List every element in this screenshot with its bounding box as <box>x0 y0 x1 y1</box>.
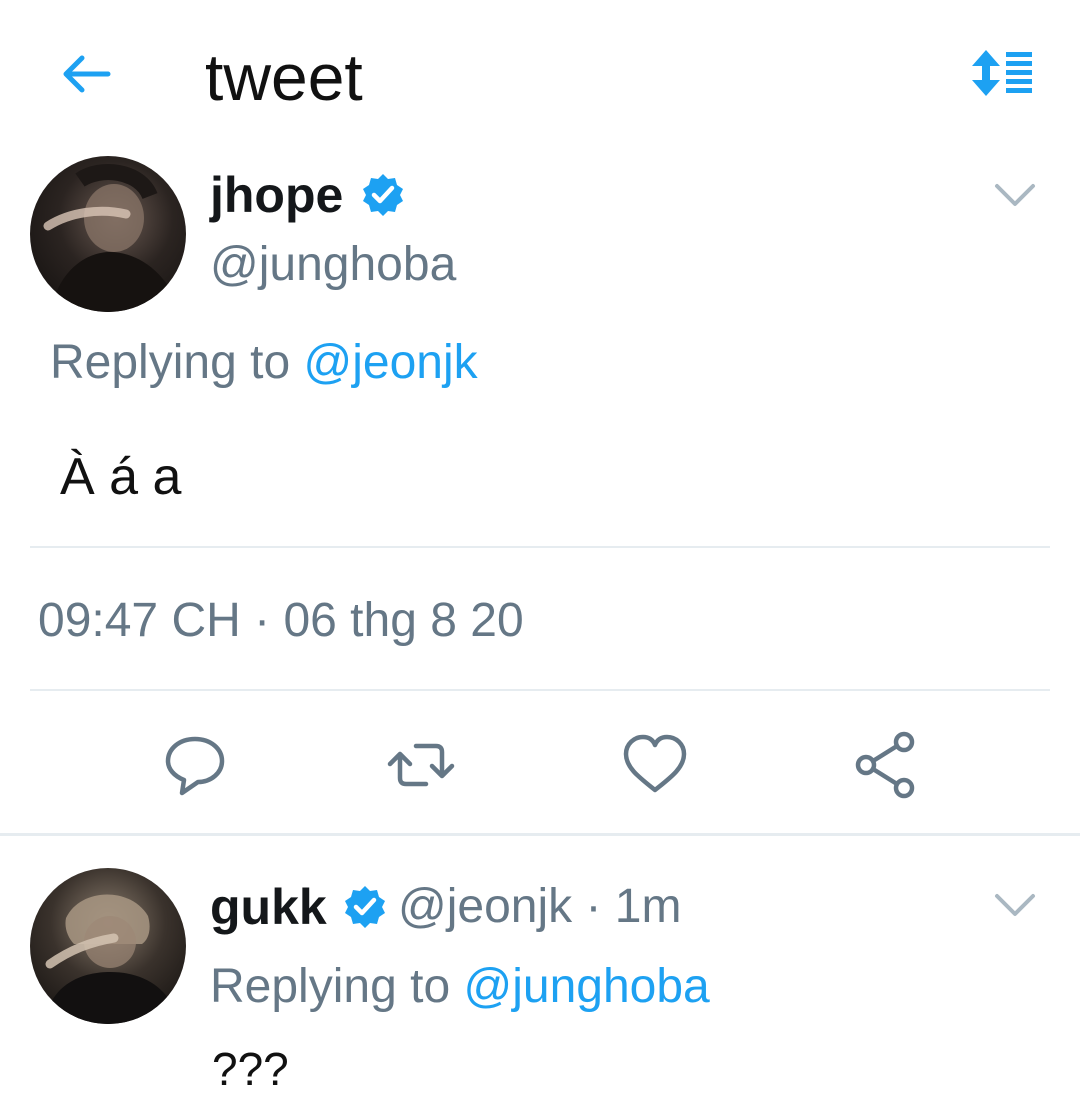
divider <box>30 689 1050 691</box>
author-name[interactable]: jhope <box>210 166 343 224</box>
tweet-timestamp: 09:47 CH · 06 thg 8 20 <box>38 594 524 647</box>
verified-badge-icon <box>345 886 385 928</box>
tweet-text: À á a <box>60 448 182 506</box>
chevron-down-icon[interactable] <box>993 890 1037 920</box>
avatar[interactable] <box>30 868 186 1024</box>
replying-to-prefix: Replying to <box>50 336 291 389</box>
avatar-photo <box>43 164 180 312</box>
tweet-text: ??? <box>212 1043 289 1095</box>
avatar-photo <box>44 894 180 1024</box>
replying-to: Replying to @junghoba <box>210 958 710 1016</box>
back-arrow-icon[interactable] <box>58 52 114 96</box>
author-handle[interactable]: @junghoba <box>210 236 456 294</box>
replying-to: Replying to @jeonjk <box>50 334 478 392</box>
verified-badge-icon <box>363 174 403 216</box>
share-icon[interactable] <box>852 730 922 800</box>
retweet-icon[interactable] <box>386 730 456 800</box>
replying-to-handle[interactable]: @jeonjk <box>303 336 477 389</box>
avatar[interactable] <box>30 156 186 312</box>
author-name[interactable]: gukk <box>210 878 327 936</box>
replying-to-handle[interactable]: @junghoba <box>463 960 709 1013</box>
replying-to-prefix: Replying to <box>210 960 451 1013</box>
like-icon[interactable] <box>620 730 690 800</box>
reply-icon[interactable] <box>160 730 230 800</box>
page-title: tweet <box>205 40 363 114</box>
section-divider <box>0 833 1080 836</box>
divider <box>30 546 1050 548</box>
chevron-down-icon[interactable] <box>993 180 1037 210</box>
sort-order-icon[interactable] <box>970 48 1034 98</box>
author-handle-time[interactable]: @jeonjk · 1m <box>398 878 681 936</box>
